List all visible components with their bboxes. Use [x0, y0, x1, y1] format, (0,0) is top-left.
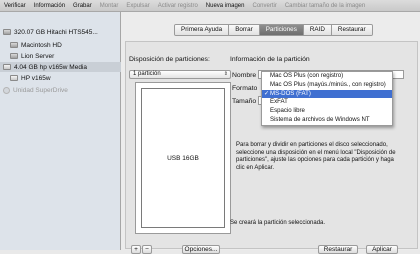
hard-disk-icon — [3, 29, 11, 35]
partition-block[interactable]: USB 16GB — [141, 88, 225, 228]
tab-raid[interactable]: RAID — [303, 25, 332, 35]
menu-item-free-space[interactable]: Espacio libre — [262, 107, 392, 116]
layout-heading: Disposición de particiones: — [129, 56, 210, 63]
eject-tool-button[interactable]: Expulsar — [126, 3, 149, 9]
tab-restore[interactable]: Restaurar — [331, 25, 372, 35]
partition-block-label: USB 16GB — [167, 154, 199, 162]
tab-bar: Primera Ayuda Borrar Particiones RAID Re… — [174, 24, 373, 36]
verify-tool-button[interactable]: Verificar — [4, 3, 26, 9]
partition-description: Para borrar y dividir en particiones el … — [236, 142, 396, 171]
sidebar-item-macintosh-hd[interactable]: Macintosh HD — [0, 40, 130, 50]
volume-icon — [10, 42, 18, 48]
usb-drive-icon — [3, 64, 11, 70]
volume-icon — [10, 53, 18, 59]
size-label: Tamaño — [232, 98, 257, 105]
tab-partition[interactable]: Particiones — [259, 25, 304, 35]
sidebar-item-superdrive[interactable]: Unidad SuperDrive — [0, 85, 123, 95]
menu-item-mac-os-plus-case-sensitive[interactable]: Mac OS Plus (mayús./minús., con registro… — [262, 81, 392, 90]
sidebar-item-label: HP v165w — [21, 74, 51, 82]
menu-item-exfat[interactable]: ExFAT — [262, 98, 392, 107]
popup-arrows-icon: ⇕ — [223, 71, 228, 77]
resize-image-tool-button[interactable]: Cambiar tamaño de la imagen — [285, 3, 365, 9]
sidebar-item-label: 4.04 GB hp v165w Media — [14, 63, 87, 71]
main-pane: Primera Ayuda Borrar Particiones RAID Re… — [121, 12, 420, 254]
format-dropdown-menu: Mac OS Plus (con registro) Mac OS Plus (… — [261, 71, 393, 126]
sidebar-item-label: 320.07 GB Hitachi HTS545... — [14, 28, 98, 36]
sidebar-item-label: Lion Server — [21, 52, 55, 60]
menu-item-windows-nt[interactable]: Sistema de archivos de Windows NT — [262, 116, 392, 125]
menu-item-ms-dos-fat[interactable]: ✓ MS-DOS (FAT) — [262, 89, 392, 99]
toolbar: Verificar Información Grabar Montar Expu… — [0, 0, 420, 12]
enable-journaling-tool-button[interactable]: Activar registro — [158, 3, 198, 9]
format-label: Formato — [232, 85, 258, 92]
status-text: Se creará la partición seleccionada. — [230, 220, 326, 226]
sidebar-item-hp-volume[interactable]: HP v165w — [0, 73, 130, 83]
tab-erase[interactable]: Borrar — [229, 25, 260, 35]
sidebar-item-hp-media[interactable]: 4.04 GB hp v165w Media — [0, 62, 123, 72]
menu-item-label: MS-DOS (FAT) — [270, 89, 311, 97]
partition-layout-popup[interactable]: 1 partición ⇕ — [129, 70, 231, 79]
partition-map: USB 16GB — [135, 82, 231, 234]
convert-tool-button[interactable]: Convertir — [252, 3, 276, 9]
new-image-tool-button[interactable]: Nueva imagen — [206, 3, 245, 9]
name-label: Nombre — [232, 72, 257, 79]
info-heading: Información de la partición — [230, 56, 310, 63]
sidebar-item-hitachi-disk[interactable]: 320.07 GB Hitachi HTS545... — [0, 27, 123, 37]
partition-layout-value: 1 partición — [133, 71, 161, 77]
info-tool-button[interactable]: Información — [34, 3, 65, 9]
checkmark-icon: ✓ — [264, 89, 270, 97]
sidebar-item-label: Unidad SuperDrive — [13, 86, 68, 94]
menu-item-mac-os-plus-journaled[interactable]: Mac OS Plus (con registro) — [262, 72, 392, 81]
disk-sidebar: 320.07 GB Hitachi HTS545... Macintosh HD… — [0, 12, 123, 250]
sidebar-item-label: Macintosh HD — [21, 41, 62, 49]
sidebar-item-lion-server[interactable]: Lion Server — [0, 51, 130, 61]
tab-first-aid[interactable]: Primera Ayuda — [175, 25, 230, 35]
burn-tool-button[interactable]: Grabar — [73, 3, 92, 9]
mount-tool-button[interactable]: Montar — [100, 3, 119, 9]
optical-drive-icon — [3, 86, 10, 94]
volume-icon — [10, 75, 18, 81]
